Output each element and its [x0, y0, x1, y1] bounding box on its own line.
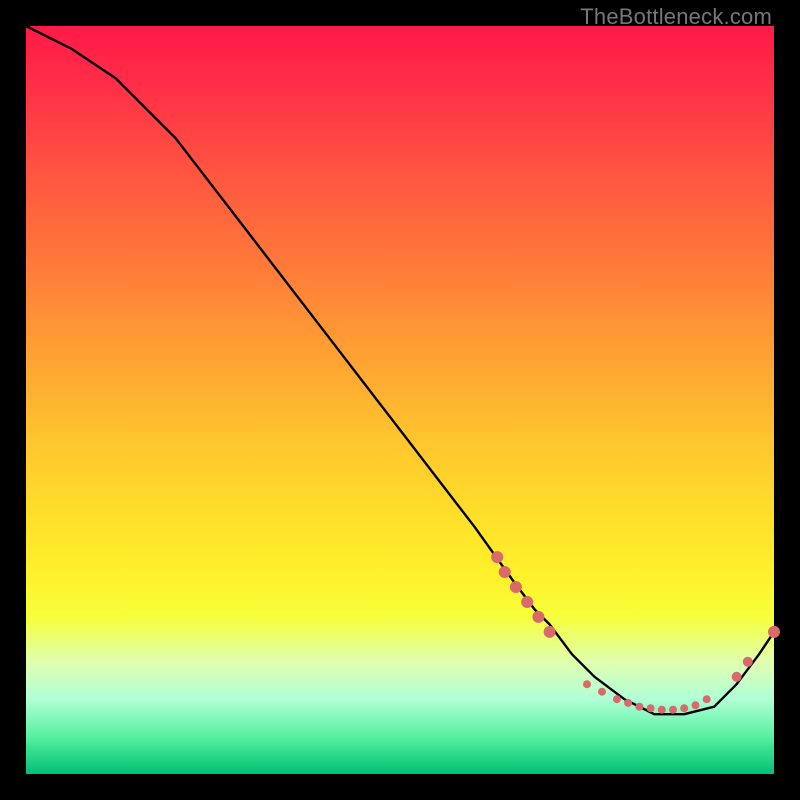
highlight-point: [669, 706, 677, 714]
highlight-points: [491, 551, 780, 714]
highlight-point: [743, 657, 753, 667]
highlight-point: [635, 703, 643, 711]
highlight-point: [510, 581, 522, 593]
highlight-point: [598, 688, 606, 696]
curve-path: [26, 26, 774, 714]
highlight-point: [692, 701, 700, 709]
highlight-point: [768, 626, 780, 638]
highlight-point: [583, 680, 591, 688]
highlight-point: [703, 695, 711, 703]
highlight-point: [732, 672, 742, 682]
highlight-point: [680, 704, 688, 712]
chart-overlay: [26, 26, 774, 774]
highlight-point: [658, 706, 666, 714]
highlight-point: [544, 626, 556, 638]
highlight-point: [499, 566, 511, 578]
chart-frame: [26, 26, 774, 774]
highlight-point: [613, 695, 621, 703]
attribution-text: TheBottleneck.com: [580, 4, 772, 30]
bottleneck-curve: [26, 26, 774, 714]
highlight-point: [647, 704, 655, 712]
highlight-point: [624, 699, 632, 707]
highlight-point: [521, 596, 533, 608]
highlight-point: [532, 611, 544, 623]
highlight-point: [491, 551, 503, 563]
